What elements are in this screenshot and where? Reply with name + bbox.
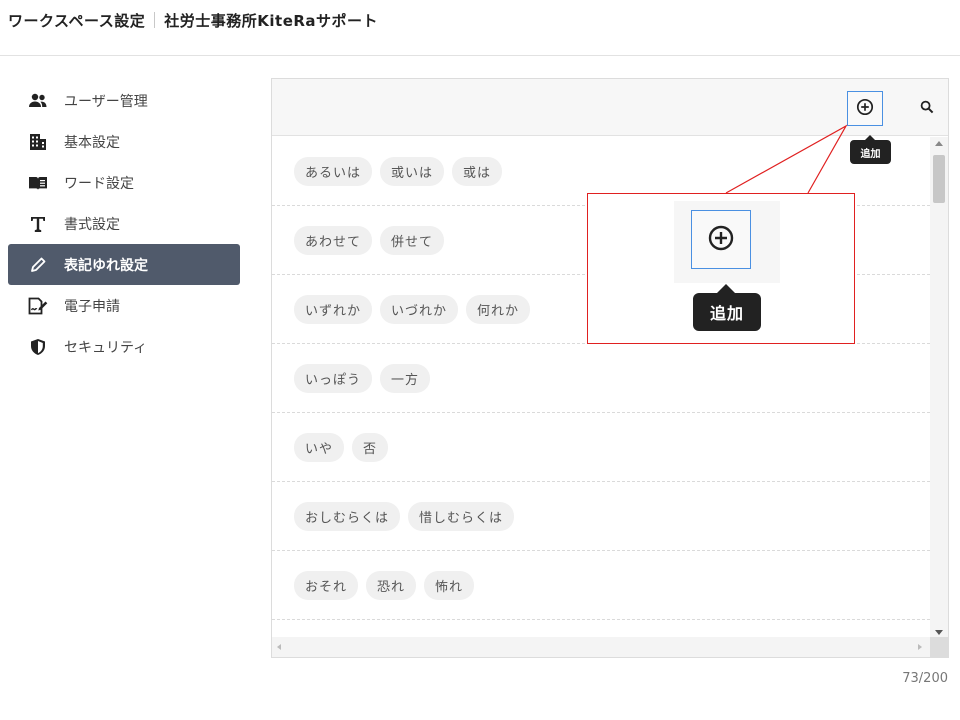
scroll-right-icon[interactable] (918, 644, 922, 650)
variant-chip[interactable]: 一方 (380, 363, 431, 393)
users-icon (28, 91, 48, 111)
scroll-left-icon[interactable] (277, 644, 281, 650)
sidebar-item-basic-settings[interactable]: 基本設定 (8, 121, 240, 162)
building-icon (28, 132, 48, 152)
zoomed-add-button (691, 210, 751, 269)
variant-chip[interactable]: 併せて (380, 225, 445, 255)
variant-chip[interactable]: いっぽう (294, 363, 373, 393)
sidebar-item-label: 表記ゆれ設定 (64, 257, 148, 274)
sidebar-item-label: ユーザー管理 (64, 93, 148, 110)
panel-toolbar (272, 79, 948, 136)
sidebar-item-e-filing[interactable]: 電子申請 (8, 285, 240, 326)
scrollbar-thumb[interactable] (933, 155, 945, 203)
settings-section-title: ワークスペース設定 (8, 12, 146, 30)
title-divider (154, 12, 156, 28)
zoom-callout: 追加 (587, 193, 855, 344)
variant-chip[interactable]: おしむらくは (294, 501, 401, 531)
item-count: 73/200 (902, 671, 948, 686)
variant-chip[interactable]: 或いは (380, 156, 445, 186)
variant-chip[interactable]: いづれか (380, 294, 459, 324)
variant-chip[interactable]: 或は (452, 156, 503, 186)
sidebar-item-label: 基本設定 (64, 134, 120, 151)
scroll-down-icon[interactable] (935, 630, 943, 635)
list-item[interactable]: おそれ 恐れ 怖れ (272, 551, 930, 620)
sidebar-item-label: 書式設定 (64, 216, 120, 233)
zoomed-add-tooltip: 追加 (693, 284, 761, 331)
scrollbar-corner (930, 637, 948, 657)
shield-icon (28, 337, 48, 357)
variant-chip[interactable]: 否 (352, 432, 389, 462)
page-header: ワークスペース設定 社労士事務所KiteRaサポート (0, 0, 960, 56)
sidebar-item-label: 電子申請 (64, 298, 120, 315)
list-item[interactable]: いっぽう 一方 (272, 344, 930, 413)
workspace-name: 社労士事務所KiteRaサポート (164, 12, 379, 30)
variant-chip[interactable]: いや (294, 432, 345, 462)
sidebar-item-format-settings[interactable]: 書式設定 (8, 203, 240, 244)
pencil-icon (28, 255, 48, 275)
variant-chip[interactable]: 惜しむらくは (408, 501, 515, 531)
sidebar-item-security[interactable]: セキュリティ (8, 326, 240, 367)
search-icon (920, 99, 934, 118)
settings-sidebar: ユーザー管理 基本設定 ワード設定 書式設定 表記ゆれ設定 電子申請 セキュリテ… (8, 80, 240, 367)
plus-circle-icon (707, 224, 735, 256)
scroll-up-icon[interactable] (935, 141, 943, 146)
vertical-scrollbar[interactable] (930, 137, 948, 637)
plus-circle-icon (856, 98, 874, 120)
text-format-icon (28, 214, 48, 234)
sidebar-item-notation-variants[interactable]: 表記ゆれ設定 (8, 244, 240, 285)
list-item[interactable]: おしむらくは 惜しむらくは (272, 482, 930, 551)
search-button[interactable] (914, 95, 940, 121)
horizontal-scrollbar[interactable] (272, 637, 930, 657)
variant-chip[interactable]: おそれ (294, 570, 359, 600)
list-item[interactable]: いや 否 (272, 413, 930, 482)
notation-variant-panel: あるいは 或いは 或は あわせて 併せて いずれか いづれか 何れか いっぽう … (271, 78, 949, 658)
variant-chip[interactable]: 恐れ (366, 570, 417, 600)
add-tooltip-label: 追加 (860, 148, 881, 160)
zoomed-tooltip-label: 追加 (709, 304, 744, 323)
variant-chip[interactable]: 怖れ (424, 570, 475, 600)
variant-chip[interactable]: あるいは (294, 156, 373, 186)
sidebar-item-user-management[interactable]: ユーザー管理 (8, 80, 240, 121)
add-button[interactable] (847, 91, 883, 126)
add-tooltip: 追加 (850, 135, 891, 164)
sidebar-item-word-settings[interactable]: ワード設定 (8, 162, 240, 203)
page-title: ワークスペース設定 社労士事務所KiteRaサポート (8, 10, 378, 31)
variant-chip[interactable]: 何れか (466, 294, 531, 324)
document-sign-icon (28, 296, 48, 316)
variant-chip[interactable]: いずれか (294, 294, 373, 324)
sidebar-item-label: セキュリティ (64, 339, 148, 356)
book-icon (28, 173, 48, 193)
sidebar-item-label: ワード設定 (64, 175, 134, 192)
variant-chip[interactable]: あわせて (294, 225, 373, 255)
